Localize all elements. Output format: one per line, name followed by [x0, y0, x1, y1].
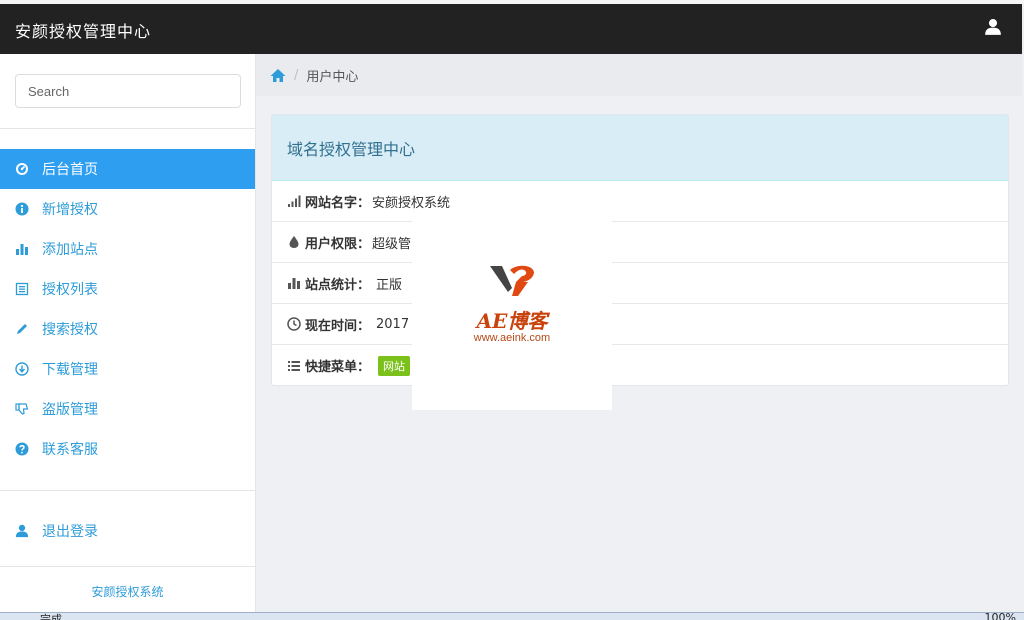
breadcrumb-separator: /	[294, 67, 299, 83]
info-label: 网站名字：	[305, 195, 371, 211]
logout-label: 退出登录	[42, 524, 98, 540]
quick-menu-badge[interactable]: 网站	[378, 355, 411, 376]
watermark-overlay: AE博客 www.aeink.com	[412, 210, 612, 410]
sidebar-item-dashboard[interactable]: 后台首页	[0, 149, 255, 189]
sidebar-footer-link[interactable]: 安颜授权系统	[0, 567, 255, 600]
info-label: 快捷菜单：	[305, 360, 371, 375]
watermark-url: www.aeink.com	[473, 332, 551, 344]
sidebar-item-license-list[interactable]: 授权列表	[0, 269, 255, 309]
sidebar-item-search-license[interactable]: 搜索授权	[0, 309, 255, 349]
app-title: 安颜授权管理中心	[15, 22, 152, 41]
sidebar-item-label: 后台首页	[42, 162, 98, 178]
dashboard-icon	[15, 162, 29, 176]
info-label: 现在时间：	[305, 318, 371, 334]
pencil-icon	[15, 322, 29, 336]
status-text: 完成	[40, 613, 62, 620]
info-value: 正版	[376, 277, 403, 293]
search-input[interactable]	[15, 74, 241, 108]
info-row-time: 现在时间： 2017	[272, 304, 1008, 345]
menu-list-icon	[287, 359, 301, 373]
question-icon	[15, 442, 29, 456]
sidebar-item-label: 盗版管理	[42, 402, 98, 418]
info-label: 用户权限：	[305, 236, 371, 252]
stats-icon	[287, 276, 301, 290]
panel-heading: 域名授权管理中心	[272, 115, 1008, 181]
info-value: 安颜授权系统	[372, 195, 451, 211]
download-icon	[15, 362, 29, 376]
sidebar-item-label: 授权列表	[42, 282, 98, 298]
home-icon[interactable]	[270, 68, 286, 83]
sidebar-item-label: 联系客服	[42, 442, 98, 458]
sidebar-item-downloads[interactable]: 下载管理	[0, 349, 255, 389]
logout-button[interactable]: 退出登录	[0, 511, 255, 551]
watermark-title: AE博客	[476, 309, 548, 333]
info-row-quick-menu: 快捷菜单： 网站	[272, 345, 1008, 386]
info-row-site-name: 网站名字： 安颜授权系统	[272, 181, 1008, 222]
info-panel: 域名授权管理中心 网站名字： 安颜授权系统 用户权限： 超级管 站点统计： 正版…	[271, 114, 1009, 386]
info-value: 超级管	[372, 236, 412, 252]
watermark-logo-icon	[490, 265, 534, 296]
info-label: 站点统计：	[305, 277, 371, 293]
zoom-level[interactable]: 100%	[985, 613, 1016, 620]
sidebar-item-label: 添加站点	[42, 242, 98, 258]
sidebar-item-label: 下载管理	[42, 362, 98, 378]
sidebar-item-support[interactable]: 联系客服	[0, 429, 255, 469]
thumbs-down-icon	[15, 402, 29, 416]
list-icon	[15, 282, 29, 296]
sidebar-item-label: 新增授权	[42, 202, 98, 218]
user-icon	[15, 524, 29, 538]
info-row-permission: 用户权限： 超级管	[272, 222, 1008, 263]
bar-chart-icon	[15, 242, 29, 256]
sidebar-item-label: 搜索授权	[42, 322, 98, 338]
sidebar-item-piracy[interactable]: 盗版管理	[0, 389, 255, 429]
info-value: 2017	[376, 316, 410, 332]
sidebar-search-area	[0, 54, 255, 129]
tint-icon	[287, 235, 301, 249]
sidebar: 后台首页 新增授权 添加站点 授权列表 搜索授权	[0, 54, 256, 612]
navbar: 安颜授权管理中心	[0, 4, 1022, 54]
signal-icon	[287, 194, 301, 208]
info-row-stats: 站点统计： 正版	[272, 263, 1008, 304]
breadcrumb: / 用户中心	[256, 54, 1022, 96]
clock-icon	[287, 317, 301, 331]
divider	[0, 490, 255, 491]
sidebar-item-add-site[interactable]: 添加站点	[0, 229, 255, 269]
browser-status-bar: 完成 100%	[0, 612, 1024, 620]
sidebar-item-add-license[interactable]: 新增授权	[0, 189, 255, 229]
breadcrumb-current: 用户中心	[306, 69, 359, 85]
info-icon	[15, 202, 29, 216]
sidebar-menu: 后台首页 新增授权 添加站点 授权列表 搜索授权 下载管理 盗版管理 联系客服	[0, 149, 255, 469]
user-icon[interactable]	[984, 18, 1002, 36]
